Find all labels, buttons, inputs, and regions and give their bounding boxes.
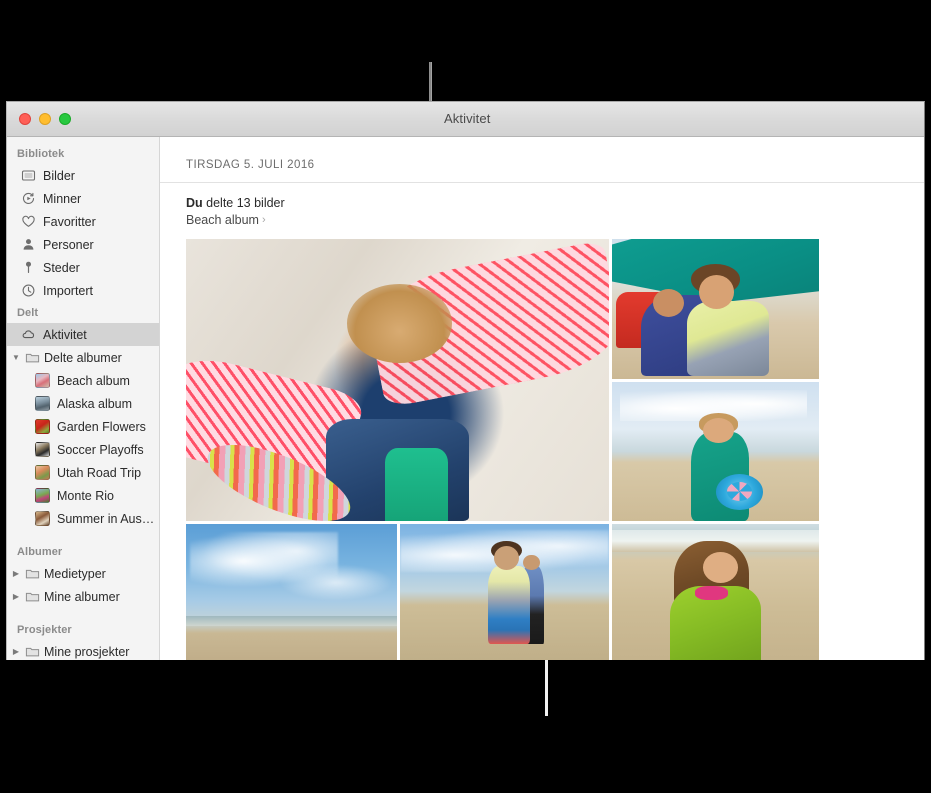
sidebar-item-label: Alaska album [57,397,132,411]
sidebar-item-label: Beach album [57,374,130,388]
sidebar-header-albumer: Albumer [7,541,159,562]
photo-artwork [612,382,819,521]
screenshot-stage: Aktivitet Bibliotek Bilder Minner Favori… [0,0,931,793]
sidebar-item-label: Mine albumer [44,590,120,604]
sidebar-item-medietyper[interactable]: ▶ Medietyper [7,562,159,585]
album-thumbnail [35,373,50,388]
album-thumbnail [35,419,50,434]
photo-girl-with-towel[interactable] [186,239,609,521]
sidebar-item-label: Monte Rio [57,489,114,503]
sidebar-header-bibliotek: Bibliotek [7,143,159,164]
photo-artwork [612,239,819,379]
close-button[interactable] [19,113,31,125]
photos-app-window: Aktivitet Bibliotek Bilder Minner Favori… [6,101,925,660]
chevron-right-icon: › [262,212,266,229]
photo-mother-and-child-canopy[interactable] [612,239,819,379]
photo-artwork [186,239,609,521]
folder-icon [25,350,40,365]
photo-boy-walking-beach[interactable] [400,524,609,660]
sidebar-item-label: Soccer Playoffs [57,443,144,457]
memories-icon [21,191,36,206]
sidebar-item-personer[interactable]: Personer [7,233,159,256]
album-link-label: Beach album [186,212,259,229]
sidebar-item-label: Favoritter [43,215,96,229]
sidebar-spacer [7,608,159,619]
album-link[interactable]: Beach album › [186,212,266,229]
share-entry: Du delte 13 bilder Beach album › [160,183,924,229]
sidebar-item-label: Medietyper [44,567,106,581]
sidebar-album-alaska-album[interactable]: Alaska album [7,392,159,415]
sidebar-item-label: Aktivitet [43,328,87,342]
photo-empty-beach-clouds[interactable] [186,524,397,660]
photo-girl-with-frisbee[interactable] [612,382,819,521]
sidebar-album-summer-in-australia[interactable]: Summer in Aus… [7,507,159,530]
sidebar-item-label: Minner [43,192,81,206]
photo-girl-green-jacket[interactable] [612,524,819,660]
sidebar-item-label: Utah Road Trip [57,466,141,480]
pin-icon [21,260,36,275]
window-title: Aktivitet [444,111,490,126]
sidebar-item-bilder[interactable]: Bilder [7,164,159,187]
sidebar-album-garden-flowers[interactable]: Garden Flowers [7,415,159,438]
share-actor: Du [186,196,203,210]
sidebar-item-mine-albumer[interactable]: ▶ Mine albumer [7,585,159,608]
sidebar-item-favoritter[interactable]: Favoritter [7,210,159,233]
album-thumbnail [35,465,50,480]
photo-artwork [186,524,397,660]
person-icon [21,237,36,252]
zoom-button[interactable] [59,113,71,125]
minimize-button[interactable] [39,113,51,125]
photo-artwork [400,524,609,660]
chevron-right-icon[interactable]: ▶ [11,570,21,578]
callout-line-photo-grid [545,660,548,716]
clock-icon [21,283,36,298]
sidebar-item-minner[interactable]: Minner [7,187,159,210]
sidebar-item-mine-prosjekter[interactable]: ▶ Mine prosjekter [7,640,159,660]
album-thumbnail [35,511,50,526]
sidebar-item-label: Delte albumer [44,351,122,365]
sidebar[interactable]: Bibliotek Bilder Minner Favoritter Perso… [7,137,160,660]
cloud-icon [21,327,36,342]
sidebar-item-importert[interactable]: Importert [7,279,159,302]
sidebar-item-label: Steder [43,261,80,275]
window-titlebar: Aktivitet [7,102,924,137]
sidebar-item-label: Bilder [43,169,75,183]
sidebar-item-label: Personer [43,238,94,252]
window-body: Bibliotek Bilder Minner Favoritter Perso… [7,137,924,660]
chevron-right-icon[interactable]: ▶ [11,648,21,656]
sidebar-item-label: Summer in Aus… [57,512,154,526]
traffic-lights[interactable] [19,113,71,125]
share-text: delte 13 bilder [203,196,285,210]
folder-icon [25,589,40,604]
album-thumbnail [35,488,50,503]
photo-grid[interactable] [186,239,819,660]
album-thumbnail [35,442,50,457]
date-header: TIRSDAG 5. JULI 2016 [160,137,924,182]
sidebar-item-aktivitet[interactable]: Aktivitet [7,323,159,346]
chevron-right-icon[interactable]: ▶ [11,593,21,601]
folder-icon [25,644,40,659]
share-description: Du delte 13 bilder [186,195,924,211]
sidebar-item-label: Garden Flowers [57,420,146,434]
sidebar-album-soccer-playoffs[interactable]: Soccer Playoffs [7,438,159,461]
sidebar-spacer [7,530,159,541]
sidebar-header-prosjekter: Prosjekter [7,619,159,640]
sidebar-album-utah-road-trip[interactable]: Utah Road Trip [7,461,159,484]
sidebar-album-monte-rio[interactable]: Monte Rio [7,484,159,507]
sidebar-header-delt: Delt [7,302,159,323]
sidebar-album-beach-album[interactable]: Beach album [7,369,159,392]
folder-icon [25,566,40,581]
sidebar-item-delte-albumer[interactable]: ▼ Delte albumer [7,346,159,369]
chevron-down-icon[interactable]: ▼ [11,354,21,362]
heart-icon [21,214,36,229]
album-thumbnail [35,396,50,411]
activity-feed[interactable]: TIRSDAG 5. JULI 2016 Du delte 13 bilder … [160,137,924,660]
photo-artwork [612,524,819,660]
sidebar-item-steder[interactable]: Steder [7,256,159,279]
photos-icon [21,168,36,183]
sidebar-item-label: Mine prosjekter [44,645,129,659]
sidebar-item-label: Importert [43,284,93,298]
